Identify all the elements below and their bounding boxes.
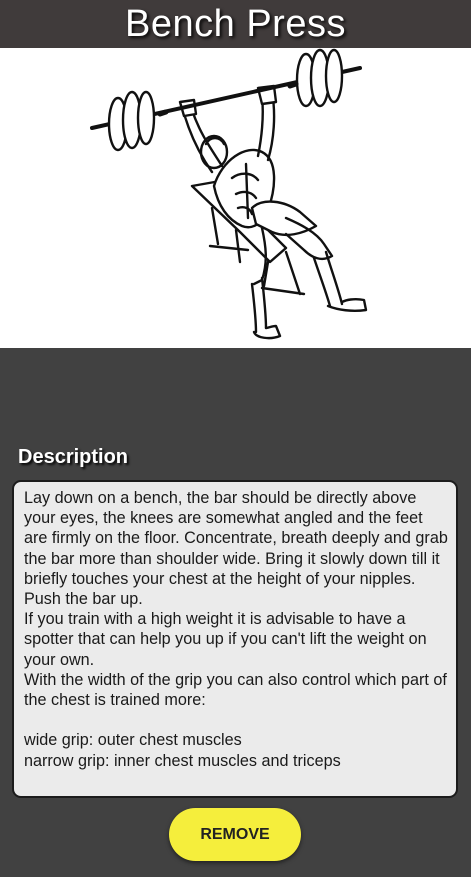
remove-button[interactable]: REMOVE [169,808,301,861]
description-text: Lay down on a bench, the bar should be d… [12,480,458,798]
exercise-image [0,48,471,348]
page-title: Bench Press [0,0,471,48]
description-heading: Description [18,446,129,468]
bench-press-illustration-icon [90,48,368,340]
exercise-detail-screen: Bench Press Description Lay down on a be… [0,0,471,877]
